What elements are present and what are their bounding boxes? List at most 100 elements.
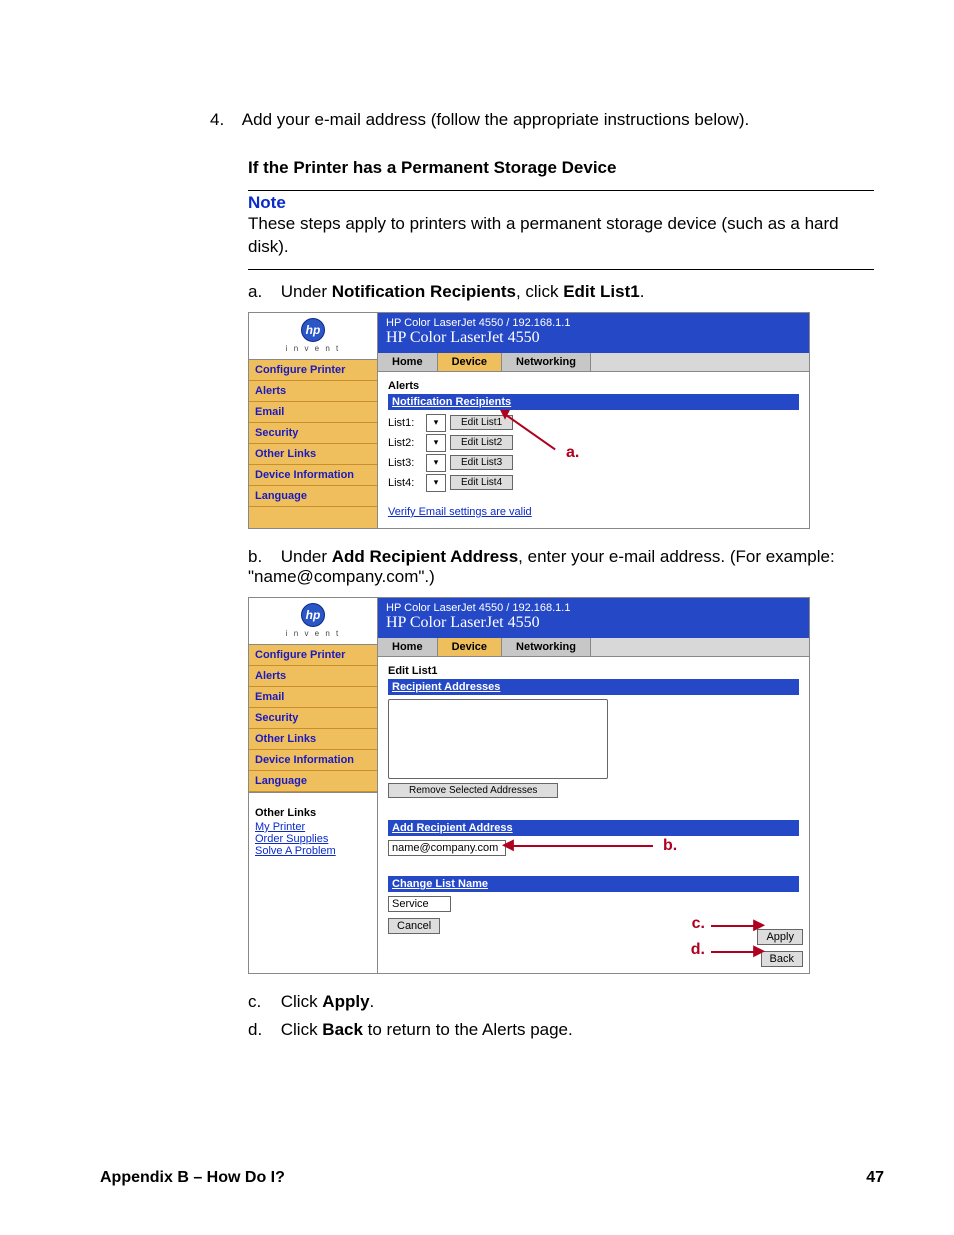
tab-device-2[interactable]: Device <box>438 638 502 656</box>
callout-a: a. <box>566 444 579 462</box>
sidebar-item-device-info-2[interactable]: Device Information <box>249 750 377 771</box>
sidebar-item-security[interactable]: Security <box>249 423 377 444</box>
step-b-letter: b. <box>248 547 276 567</box>
note-rule-top <box>248 190 874 191</box>
notification-recipients-bar: Notification Recipients <box>388 394 799 410</box>
hp-logo-icon-2: hp <box>301 603 325 627</box>
edit-list4-button[interactable]: Edit List4 <box>450 475 513 490</box>
printer-body-alerts: Alerts Notification Recipients List1: ▾ … <box>378 372 809 528</box>
list4-dropdown[interactable]: ▾ <box>426 474 446 492</box>
cancel-button[interactable]: Cancel <box>388 918 440 934</box>
footer-right: 47 <box>866 1169 884 1187</box>
step-d: d. Click Back to return to the Alerts pa… <box>248 1020 874 1040</box>
callout-a-arrow-icon: ▾ <box>500 404 510 424</box>
sidebar-item-device-info[interactable]: Device Information <box>249 465 377 486</box>
hp-logo-icon: hp <box>301 318 325 342</box>
recipient-addresses-listbox[interactable] <box>388 699 608 779</box>
logo-box: hp i n v e n t <box>249 313 377 360</box>
list3-label: List3: <box>388 457 422 469</box>
callout-b-line <box>508 845 653 847</box>
recipient-addresses-bar: Recipient Addresses <box>388 679 799 695</box>
list2-label: List2: <box>388 437 422 449</box>
printer-breadcrumb-2: HP Color LaserJet 4550 / 192.168.1.1 <box>386 602 801 614</box>
list1-dropdown[interactable]: ▾ <box>426 414 446 432</box>
step-a-post: . <box>640 282 645 301</box>
list3-dropdown[interactable]: ▾ <box>426 454 446 472</box>
callout-d: d. <box>691 941 705 959</box>
step-a-pre: Under <box>281 282 332 301</box>
hp-invent-text-2: i n v e n t <box>286 629 340 638</box>
sidebar-item-email[interactable]: Email <box>249 402 377 423</box>
section-permanent-storage: If the Printer has a Permanent Storage D… <box>248 158 874 1040</box>
list4-label: List4: <box>388 477 422 489</box>
add-recipient-input[interactable] <box>388 840 506 856</box>
printer-left-panel-2: hp i n v e n t Configure Printer Alerts … <box>249 598 378 973</box>
printer-title: HP Color LaserJet 4550 <box>386 329 801 347</box>
sidebar-item-security-2[interactable]: Security <box>249 708 377 729</box>
printer-header-2: HP Color LaserJet 4550 / 192.168.1.1 HP … <box>378 598 809 638</box>
sidebar-item-email-2[interactable]: Email <box>249 687 377 708</box>
step-c-bold1: Apply <box>322 992 369 1011</box>
footer-left: Appendix B – How Do I? <box>100 1169 285 1187</box>
note-rule-bottom <box>248 269 874 270</box>
other-links-head: Other Links <box>249 801 377 821</box>
step-a-letter: a. <box>248 282 276 302</box>
note-body: These steps apply to printers with a per… <box>248 213 874 259</box>
sidebar-item-other-links-2[interactable]: Other Links <box>249 729 377 750</box>
step-a-bold2: Edit List1 <box>563 282 640 301</box>
sidebar-item-alerts[interactable]: Alerts <box>249 381 377 402</box>
step-d-bold1: Back <box>322 1020 363 1039</box>
hp-invent-text: i n v e n t <box>286 344 340 353</box>
callout-c: c. <box>692 915 705 933</box>
sidebar-item-language[interactable]: Language <box>249 486 377 507</box>
edit-list3-button[interactable]: Edit List3 <box>450 455 513 470</box>
step-d-post: to return to the Alerts page. <box>363 1020 573 1039</box>
tab-networking-2[interactable]: Networking <box>502 638 591 656</box>
step-c-letter: c. <box>248 992 276 1012</box>
printer-right-panel: HP Color LaserJet 4550 / 192.168.1.1 HP … <box>378 313 809 528</box>
printer-right-panel-2: HP Color LaserJet 4550 / 192.168.1.1 HP … <box>378 598 809 973</box>
step-4-number: 4. <box>210 110 238 130</box>
sidebar-item-configure-2[interactable]: Configure Printer <box>249 645 377 666</box>
link-order-supplies[interactable]: Order Supplies <box>249 833 377 845</box>
remove-row: Remove Selected Addresses <box>388 783 799 798</box>
step-a-mid: , click <box>516 282 563 301</box>
tab-home[interactable]: Home <box>378 353 438 371</box>
step-b: b. Under Add Recipient Address, enter yo… <box>248 547 874 587</box>
add-recipient-bar: Add Recipient Address <box>388 820 799 836</box>
list2-dropdown[interactable]: ▾ <box>426 434 446 452</box>
list2-row: List2: ▾ Edit List2 <box>388 434 799 452</box>
sidebar-item-alerts-2[interactable]: Alerts <box>249 666 377 687</box>
printer-title-2: HP Color LaserJet 4550 <box>386 614 801 632</box>
tab-device[interactable]: Device <box>438 353 502 371</box>
list3-row: List3: ▾ Edit List3 <box>388 454 799 472</box>
logo-box-2: hp i n v e n t <box>249 598 377 645</box>
callout-d-arrow-icon: ► <box>749 941 769 961</box>
tab-home-2[interactable]: Home <box>378 638 438 656</box>
sidebar-item-other-links[interactable]: Other Links <box>249 444 377 465</box>
page-footer: Appendix B – How Do I? 47 <box>100 1169 884 1187</box>
link-solve-problem[interactable]: Solve A Problem <box>249 845 377 857</box>
sidebar-item-configure[interactable]: Configure Printer <box>249 360 377 381</box>
printer-header: HP Color LaserJet 4550 / 192.168.1.1 HP … <box>378 313 809 353</box>
tab-networking[interactable]: Networking <box>502 353 591 371</box>
step-d-pre: Click <box>281 1020 323 1039</box>
printer-breadcrumb: HP Color LaserJet 4550 / 192.168.1.1 <box>386 317 801 329</box>
list1-row: List1: ▾ Edit List1 <box>388 414 799 432</box>
sidebar-item-language-2[interactable]: Language <box>249 771 377 792</box>
step-4: 4. Add your e-mail address (follow the a… <box>210 110 884 130</box>
section-heading: If the Printer has a Permanent Storage D… <box>248 158 874 178</box>
edit-list2-button[interactable]: Edit List2 <box>450 435 513 450</box>
printer-left-panel: hp i n v e n t Configure Printer Alerts … <box>249 313 378 528</box>
change-list-name-bar: Change List Name <box>388 876 799 892</box>
printer-ui-alerts: hp i n v e n t Configure Printer Alerts … <box>248 312 810 529</box>
remove-selected-button[interactable]: Remove Selected Addresses <box>388 783 558 798</box>
list-name-input[interactable] <box>388 896 451 912</box>
list4-row: List4: ▾ Edit List4 <box>388 474 799 492</box>
step-a-bold1: Notification Recipients <box>332 282 516 301</box>
step-b-pre: Under <box>281 547 332 566</box>
other-links-area: Other Links My Printer Order Supplies So… <box>249 792 377 973</box>
printer-body-editlist: Edit List1 Recipient Addresses Remove Se… <box>378 657 809 973</box>
verify-email-link[interactable]: Verify Email settings are valid <box>388 506 532 518</box>
link-my-printer[interactable]: My Printer <box>249 821 377 833</box>
